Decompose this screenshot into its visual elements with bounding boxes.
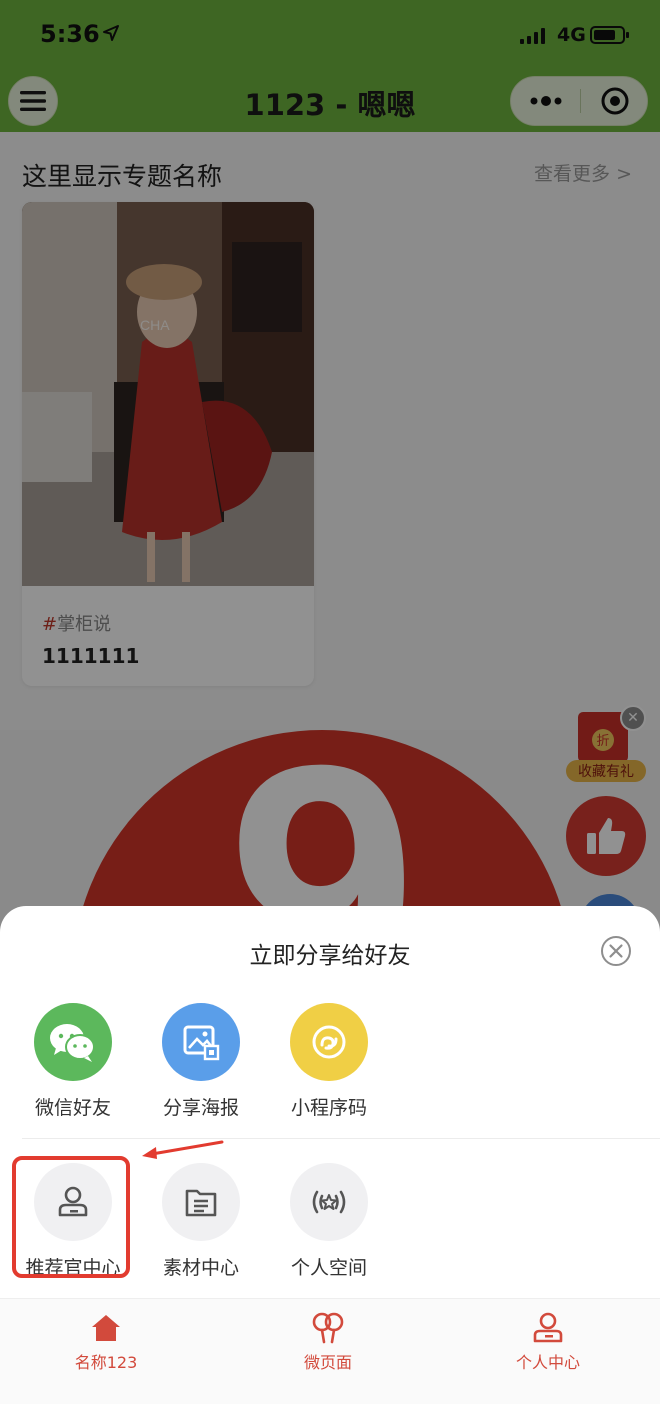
close-icon[interactable]	[600, 935, 632, 967]
sheet-divider	[22, 1138, 660, 1139]
mini-program-code-icon	[290, 1003, 368, 1081]
tab-micro-page[interactable]: 微页面	[248, 1311, 408, 1373]
material-center-label: 素材中心	[162, 1257, 239, 1279]
tab-home-label: 名称123	[74, 1353, 138, 1372]
tab-bar: 名称123 微页面 个人中心	[0, 1298, 660, 1404]
tab-home[interactable]: 名称123	[26, 1311, 186, 1373]
tab-profile[interactable]: 个人中心	[468, 1311, 628, 1373]
tab-profile-label: 个人中心	[515, 1353, 580, 1372]
annotation-arrow-icon	[142, 1140, 224, 1159]
poster-icon	[162, 1003, 240, 1081]
personal-space[interactable]: 个人空间	[269, 1163, 389, 1280]
share-sheet: 立即分享给好友 微信好友 分享海报 小程序码 推荐官中心 素材中心 个人空间 名…	[0, 906, 660, 1404]
share-poster-label: 分享海报	[162, 1097, 239, 1119]
home-icon	[92, 1315, 120, 1341]
mini-program-code-label: 小程序码	[290, 1097, 367, 1119]
wechat-icon	[34, 1003, 112, 1081]
folder-icon	[162, 1163, 240, 1241]
star-broadcast-icon	[290, 1163, 368, 1241]
share-poster[interactable]: 分享海报	[141, 1003, 261, 1120]
mini-program-code[interactable]: 小程序码	[269, 1003, 389, 1120]
material-center[interactable]: 素材中心	[141, 1163, 261, 1280]
personal-space-label: 个人空间	[290, 1257, 367, 1279]
tab-micro-page-label: 微页面	[303, 1353, 352, 1372]
share-wechat-friend[interactable]: 微信好友	[13, 1003, 133, 1120]
user-icon	[533, 1312, 563, 1343]
balloons-icon	[312, 1312, 344, 1344]
wechat-friend-label: 微信好友	[34, 1097, 111, 1119]
annotation-highlight-box	[12, 1156, 130, 1278]
share-sheet-title: 立即分享给好友	[249, 943, 411, 969]
